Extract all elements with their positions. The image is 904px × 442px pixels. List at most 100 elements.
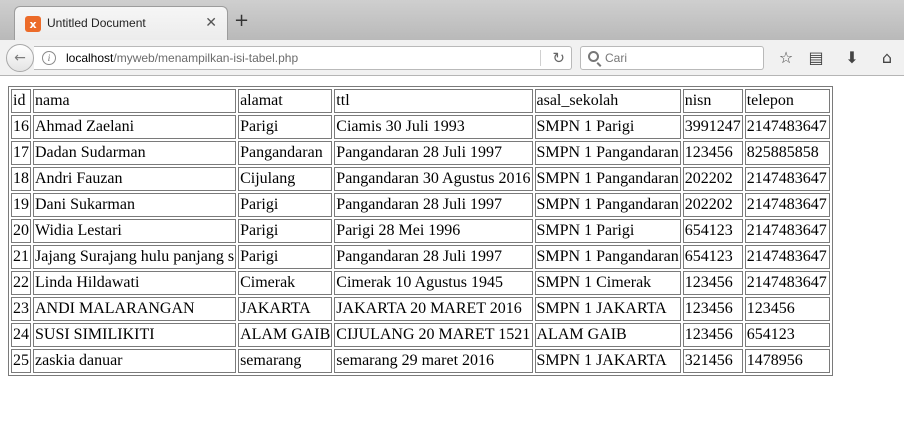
table-cell-alamat: JAKARTA: [238, 297, 333, 321]
reading-list-icon[interactable]: ▤: [806, 48, 826, 68]
table-cell-telepon: 123456: [744, 297, 830, 321]
table-cell-alamat: Parigi: [238, 219, 333, 243]
tab-untitled-document[interactable]: x Untitled Document ✕: [14, 6, 228, 40]
table-cell-id: 24: [11, 323, 31, 347]
table-cell-telepon: 2147483647: [744, 167, 830, 191]
table-cell-nisn: 202202: [682, 167, 743, 191]
download-icon[interactable]: ⬇: [842, 48, 862, 68]
table-cell-nisn: 123456: [682, 141, 743, 165]
back-arrow-icon: ←: [14, 50, 26, 66]
table-cell-asal-sekolah: SMPN 1 Pangandaran: [534, 167, 681, 191]
table-cell-id: 25: [11, 349, 31, 373]
xampp-favicon-icon: x: [25, 16, 41, 32]
table-cell-asal-sekolah: SMPN 1 Pangandaran: [534, 193, 681, 217]
table-cell-alamat: Pangandaran: [238, 141, 333, 165]
table-cell-ttl: Parigi 28 Mei 1996: [334, 219, 533, 243]
column-header-telepon: telepon: [744, 89, 830, 113]
table-cell-nisn: 3991247: [682, 115, 743, 139]
table-cell-telepon: 1478956: [744, 349, 830, 373]
reload-icon[interactable]: ↻: [552, 49, 565, 67]
back-button[interactable]: ←: [6, 44, 34, 72]
table-cell-alamat: Cijulang: [238, 167, 333, 191]
search-input[interactable]: Cari: [580, 46, 764, 70]
table-row: 18 Andri Fauzan Cijulang Pangandaran 30 Agu…: [11, 167, 830, 191]
table-cell-id: 17: [11, 141, 31, 165]
table-header-row: id nama alamat ttl asal_sekolah nisn telepon: [11, 89, 830, 113]
address-bar-divider: [540, 50, 541, 66]
table-row: 24 SUSI SIMILIKITI ALAM GAIB CIJULANG 20 MA…: [11, 323, 830, 347]
new-tab-button[interactable]: +: [234, 10, 249, 32]
table-cell-nisn: 123456: [682, 297, 743, 321]
navigation-bar: ← i localhost/myweb/menampilkan-isi-tabe…: [0, 40, 904, 76]
table-row: 23 ANDI MALARANGAN JAKARTA JAKARTA 20 MARET…: [11, 297, 830, 321]
table-cell-id: 19: [11, 193, 31, 217]
table-row: 25 zaskia danuar semarang semarang 29 maret…: [11, 349, 830, 373]
tab-strip: x Untitled Document ✕ +: [0, 0, 904, 40]
table-cell-id: 20: [11, 219, 31, 243]
table-cell-telepon: 2147483647: [744, 115, 830, 139]
table-cell-nama: Jajang Surajang hulu panjang s: [33, 245, 237, 269]
table-cell-telepon: 2147483647: [744, 219, 830, 243]
column-header-ttl: ttl: [334, 89, 533, 113]
table-cell-nama: ANDI MALARANGAN: [33, 297, 237, 321]
table-row: 20 Widia Lestari Parigi Parigi 28 Mei 1996 S…: [11, 219, 830, 243]
table-row: 22 Linda Hildawati Cimerak Cimerak 10 Agust…: [11, 271, 830, 295]
table-cell-telepon: 654123: [744, 323, 830, 347]
table-cell-alamat: Parigi: [238, 193, 333, 217]
table-cell-alamat: Cimerak: [238, 271, 333, 295]
table-cell-nama: Linda Hildawati: [33, 271, 237, 295]
table-cell-asal-sekolah: SMPN 1 Pangandaran: [534, 141, 681, 165]
url-path: /myweb/menampilkan-isi-tabel.php: [113, 51, 299, 65]
table-cell-ttl: Pangandaran 28 Juli 1997: [334, 245, 533, 269]
table-cell-nisn: 123456: [682, 323, 743, 347]
table-row: 21 Jajang Surajang hulu panjang s Parigi Pa…: [11, 245, 830, 269]
table-row: 17 Dadan Sudarman Pangandaran Pangandaran 2…: [11, 141, 830, 165]
table-cell-telepon: 825885858: [744, 141, 830, 165]
table-cell-nama: Ahmad Zaelani: [33, 115, 237, 139]
table-cell-asal-sekolah: SMPN 1 JAKARTA: [534, 349, 681, 373]
url-host: localhost: [66, 51, 114, 65]
table-cell-nama: Widia Lestari: [33, 219, 237, 243]
table-cell-ttl: Pangandaran 28 Juli 1997: [334, 193, 533, 217]
table-cell-alamat: semarang: [238, 349, 333, 373]
table-cell-telepon: 2147483647: [744, 193, 830, 217]
table-row: 16 Ahmad Zaelani Parigi Ciamis 30 Juli 1993…: [11, 115, 830, 139]
table-cell-alamat: Parigi: [238, 245, 333, 269]
close-tab-icon[interactable]: ✕: [205, 15, 217, 31]
home-icon[interactable]: ⌂: [877, 48, 897, 68]
table-cell-asal-sekolah: SMPN 1 JAKARTA: [534, 297, 681, 321]
table-cell-nisn: 202202: [682, 193, 743, 217]
table-cell-telepon: 2147483647: [744, 245, 830, 269]
table-cell-ttl: Ciamis 30 Juli 1993: [334, 115, 533, 139]
table-cell-id: 16: [11, 115, 31, 139]
column-header-alamat: alamat: [238, 89, 333, 113]
table-cell-ttl: Pangandaran 28 Juli 1997: [334, 141, 533, 165]
table-cell-ttl: CIJULANG 20 MARET 1521: [334, 323, 533, 347]
search-placeholder: Cari: [605, 51, 628, 65]
table-cell-id: 22: [11, 271, 31, 295]
table-cell-nama: zaskia danuar: [33, 349, 237, 373]
column-header-id: id: [11, 89, 31, 113]
table-cell-nama: Andri Fauzan: [33, 167, 237, 191]
table-cell-alamat: ALAM GAIB: [238, 323, 333, 347]
url-text: localhost/myweb/menampilkan-isi-tabel.ph…: [66, 51, 298, 66]
data-table: id nama alamat ttl asal_sekolah nisn telepon 16…: [8, 86, 833, 376]
table-cell-telepon: 2147483647: [744, 271, 830, 295]
table-cell-id: 21: [11, 245, 31, 269]
table-cell-nisn: 654123: [682, 219, 743, 243]
column-header-nama: nama: [33, 89, 237, 113]
table-cell-ttl: Cimerak 10 Agustus 1945: [334, 271, 533, 295]
site-info-icon[interactable]: i: [42, 51, 56, 65]
table-row: 19 Dani Sukarman Parigi Pangandaran 28 Juli…: [11, 193, 830, 217]
address-bar[interactable]: i localhost/myweb/menampilkan-isi-tabel.…: [34, 46, 572, 70]
table-cell-asal-sekolah: SMPN 1 Pangandaran: [534, 245, 681, 269]
table-cell-asal-sekolah: SMPN 1 Parigi: [534, 115, 681, 139]
table-cell-nama: Dani Sukarman: [33, 193, 237, 217]
table-cell-asal-sekolah: SMPN 1 Parigi: [534, 219, 681, 243]
page-content: id nama alamat ttl asal_sekolah nisn telepon 16…: [0, 77, 904, 442]
table-cell-id: 18: [11, 167, 31, 191]
table-cell-nama: Dadan Sudarman: [33, 141, 237, 165]
bookmark-star-icon[interactable]: ☆: [776, 48, 796, 68]
table-cell-nama: SUSI SIMILIKITI: [33, 323, 237, 347]
search-icon: [588, 51, 599, 62]
